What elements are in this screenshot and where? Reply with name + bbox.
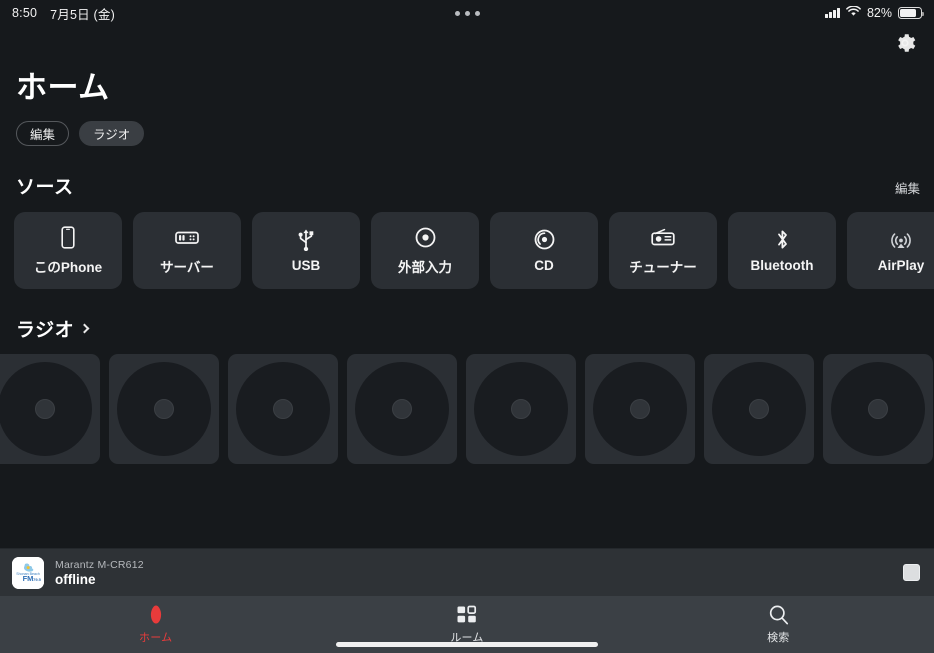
disc-placeholder-icon	[593, 362, 687, 456]
source-label: チューナー	[629, 259, 697, 275]
svg-text:Shonan Beach: Shonan Beach	[16, 572, 40, 576]
tab-search-label: 検索	[767, 632, 790, 644]
now-playing-bar[interactable]: FM 79.5 Shonan Beach Marantz M-CR612 off…	[0, 548, 934, 596]
bluetooth-icon	[775, 228, 790, 251]
disc-placeholder-icon	[831, 362, 925, 456]
radio-tile[interactable]	[704, 354, 814, 464]
disc-placeholder-icon	[236, 362, 330, 456]
search-icon	[768, 603, 789, 625]
source-label: AirPlay	[877, 258, 925, 273]
stop-button-icon[interactable]	[903, 564, 920, 581]
disc-placeholder-icon	[117, 362, 211, 456]
radio-tile[interactable]	[466, 354, 576, 464]
now-playing-device: Marantz M-CR612	[55, 558, 144, 571]
tab-home[interactable]: ホーム	[0, 603, 311, 645]
status-bar-center	[0, 0, 934, 26]
sources-list[interactable]: このPhone サーバー USB 外部入力 CD チューナー Bluetooth…	[0, 199, 934, 289]
source-card-cd[interactable]: CD	[490, 212, 598, 289]
wifi-icon	[846, 5, 861, 20]
gear-icon[interactable]	[893, 31, 917, 55]
disc-placeholder-icon	[712, 362, 806, 456]
radio-pill-label: ラジオ	[93, 128, 131, 142]
server-icon	[175, 226, 199, 249]
aux-input-icon	[415, 226, 436, 249]
source-card-this-phone[interactable]: このPhone	[14, 212, 122, 289]
status-bar: 8:50 7月5日 (金) 82%	[0, 0, 934, 26]
radio-section-title: ラジオ	[16, 320, 75, 341]
source-label: Bluetooth	[750, 258, 814, 273]
cd-disc-icon	[534, 228, 555, 251]
battery-icon	[898, 7, 925, 19]
svg-text:79.5: 79.5	[33, 577, 42, 582]
source-card-bluetooth[interactable]: Bluetooth	[728, 212, 836, 289]
radio-tile[interactable]	[109, 354, 219, 464]
sources-edit-link[interactable]: 編集	[895, 178, 920, 197]
tab-rooms[interactable]: ルーム	[311, 603, 622, 645]
source-card-tuner[interactable]: チューナー	[609, 212, 717, 289]
source-label: サーバー	[160, 259, 214, 275]
toolbar-row	[0, 26, 934, 60]
status-time: 8:50	[12, 6, 38, 20]
radio-tile[interactable]	[823, 354, 933, 464]
more-dots-icon	[454, 10, 480, 16]
radio-tile-list[interactable]	[0, 342, 934, 464]
status-date: 7月5日 (金)	[50, 7, 115, 22]
tuner-radio-icon	[651, 226, 675, 249]
tab-home-label: ホーム	[139, 632, 173, 644]
status-bar-left: 8:50 7月5日 (金)	[12, 4, 115, 23]
page-title: ホーム	[16, 70, 110, 105]
station-artwork-icon: FM 79.5 Shonan Beach	[12, 556, 44, 589]
tab-bar: ホーム ルーム 検索	[0, 596, 934, 653]
battery-percent-label: 82%	[866, 6, 892, 20]
radio-section-title-group: ラジオ	[16, 315, 90, 342]
now-playing-meta: Marantz M-CR612 offline	[55, 559, 144, 587]
disc-placeholder-icon	[474, 362, 568, 456]
edit-pill[interactable]: 編集	[16, 121, 70, 146]
source-card-server[interactable]: サーバー	[133, 212, 241, 289]
disc-placeholder-icon	[0, 362, 92, 456]
source-label: 外部入力	[398, 259, 452, 275]
source-card-usb[interactable]: USB	[252, 212, 360, 289]
radio-tile[interactable]	[347, 354, 457, 464]
source-label: CD	[534, 258, 554, 273]
source-card-airplay[interactable]: AirPlay	[847, 212, 934, 289]
now-playing-status: offline	[55, 571, 96, 587]
status-bar-right: 82%	[825, 5, 925, 20]
edit-pill-label: 編集	[30, 128, 56, 142]
disc-placeholder-icon	[355, 362, 449, 456]
sources-section-title: ソース	[16, 177, 74, 198]
source-label: このPhone	[33, 259, 103, 275]
source-card-aux-input[interactable]: 外部入力	[371, 212, 479, 289]
radio-section-header[interactable]: ラジオ	[0, 289, 934, 342]
home-icon	[145, 603, 167, 625]
chevron-right-icon	[79, 323, 90, 333]
sources-section-header: ソース 編集	[0, 146, 934, 199]
airplay-icon	[890, 228, 912, 251]
filter-pill-row: 編集 ラジオ	[0, 107, 934, 146]
app-root: 8:50 7月5日 (金) 82% ホーム 編集 ラジオ ソース 編集 このPh…	[0, 0, 934, 653]
tab-search[interactable]: 検索	[623, 603, 934, 645]
radio-tile[interactable]	[228, 354, 338, 464]
home-indicator	[336, 642, 598, 647]
signal-bars-icon	[825, 8, 840, 18]
phone-icon	[60, 225, 76, 249]
rooms-grid-icon	[456, 603, 477, 625]
source-label: USB	[291, 258, 321, 273]
usb-icon	[296, 228, 316, 251]
radio-tile[interactable]	[0, 354, 100, 464]
main-content: ホーム 編集 ラジオ ソース 編集 このPhone サーバー USB 外部入力 …	[0, 26, 934, 548]
radio-pill[interactable]: ラジオ	[79, 121, 145, 146]
radio-tile[interactable]	[585, 354, 695, 464]
